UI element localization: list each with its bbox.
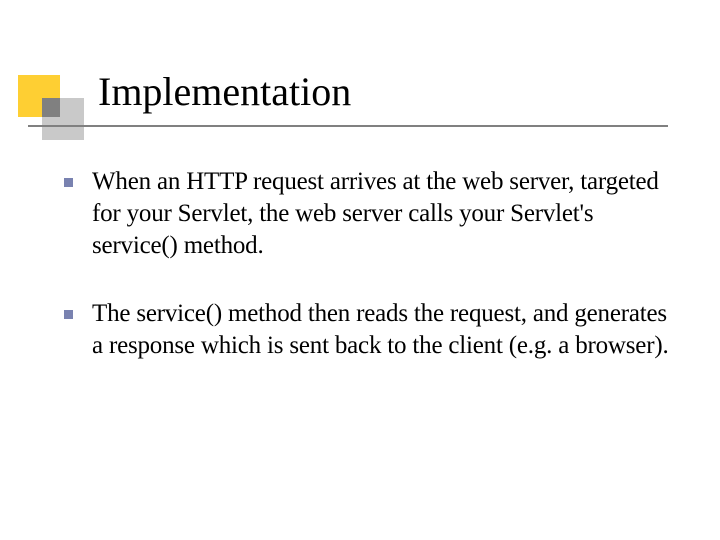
bullet-text: When an HTTP request arrives at the web … xyxy=(92,166,682,262)
slide-title: Implementation xyxy=(98,68,351,115)
title-region: Implementation xyxy=(18,70,658,140)
title-underline xyxy=(28,125,668,127)
bullet-text: The service() method then reads the requ… xyxy=(92,298,682,362)
slide-body: When an HTTP request arrives at the web … xyxy=(92,166,682,398)
slide: Implementation When an HTTP request arri… xyxy=(0,0,720,540)
bullet-icon xyxy=(64,178,73,187)
bullet-icon xyxy=(64,310,73,319)
list-item: The service() method then reads the requ… xyxy=(92,298,682,362)
list-item: When an HTTP request arrives at the web … xyxy=(92,166,682,262)
title-accent-overlap xyxy=(42,98,60,117)
